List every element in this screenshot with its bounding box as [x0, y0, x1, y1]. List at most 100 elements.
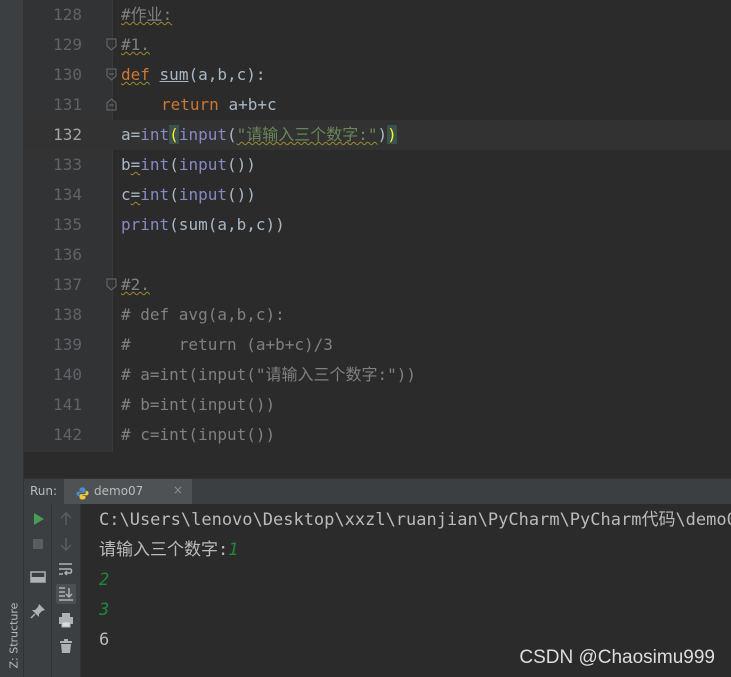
- code-line[interactable]: 137 #2.: [24, 270, 731, 300]
- code-text: return a+b+c: [161, 90, 277, 120]
- console-line-prompt: 请输入三个数字:1: [99, 535, 239, 565]
- code-text: def sum(a,b,c):: [121, 60, 266, 90]
- code-line[interactable]: 129 #1.: [24, 30, 731, 60]
- line-number: 131: [53, 95, 82, 114]
- code-line-current[interactable]: 132 a=int(input("请输入三个数字:")): [24, 120, 731, 150]
- builtin-int: int: [140, 125, 170, 144]
- line-number: 134: [53, 185, 82, 204]
- run-tab-demo07[interactable]: demo07 ×: [64, 479, 192, 504]
- stop-icon[interactable]: [28, 534, 48, 554]
- code-rest: (a,b,c):: [188, 65, 266, 84]
- code-op: =: [130, 185, 141, 204]
- run-toolbar-primary: [24, 504, 52, 677]
- structure-tab-label: Z: Structure: [7, 602, 21, 669]
- console-user-input: 3: [99, 600, 110, 620]
- code-rest: ()): [227, 185, 256, 204]
- trash-icon[interactable]: [56, 636, 76, 656]
- line-number: 137: [53, 275, 82, 294]
- fold-start-icon[interactable]: [106, 278, 117, 291]
- string-literal: "请输入三个数字:": [236, 125, 378, 144]
- line-number: 139: [53, 335, 82, 354]
- brace-match: ): [387, 125, 397, 144]
- print-icon[interactable]: [56, 610, 76, 630]
- builtin-int: int: [140, 185, 170, 204]
- line-number: 130: [53, 65, 82, 84]
- console-user-input: 2: [99, 570, 110, 590]
- console-line-path: C:\Users\lenovo\Desktop\xxzl\ruanjian\Py…: [99, 510, 731, 530]
- line-number: 136: [53, 245, 82, 264]
- comment-text: # b=int(input()): [121, 395, 276, 414]
- line-number: 128: [53, 5, 82, 24]
- layout-icon[interactable]: [28, 567, 48, 587]
- comment-text: # return (a+b+c)/3: [121, 335, 333, 354]
- code-pre: b: [121, 155, 131, 174]
- left-tool-strip: Z: Structure: [0, 0, 24, 677]
- pin-icon[interactable]: [28, 601, 48, 621]
- keyword-return: return: [161, 95, 219, 114]
- code-line[interactable]: 138 # def avg(a,b,c):: [24, 300, 731, 330]
- code-pre: a=: [121, 125, 141, 144]
- close-icon[interactable]: ×: [173, 483, 183, 497]
- code-line[interactable]: 140 # a=int(input("请输入三个数字:")): [24, 360, 731, 390]
- run-tab-label: demo07: [94, 484, 144, 498]
- code-line[interactable]: 131 return a+b+c: [24, 90, 731, 120]
- python-file-icon: [76, 485, 89, 500]
- code-paren: ): [377, 125, 388, 144]
- keyword-def: def: [121, 65, 150, 84]
- soft-wrap-icon[interactable]: [56, 559, 76, 579]
- code-line[interactable]: 142 # c=int(input()): [24, 420, 731, 450]
- line-number: 140: [53, 365, 82, 384]
- code-rest: a+b+c: [228, 95, 277, 114]
- console-prompt: 请输入三个数字:: [99, 540, 229, 560]
- code-line[interactable]: 128 #作业:: [24, 0, 731, 30]
- code-line[interactable]: 135 print(sum(a,b,c)): [24, 210, 731, 240]
- code-paren: (: [169, 155, 179, 174]
- line-number: 133: [53, 155, 82, 174]
- comment-text: #2.: [121, 275, 150, 294]
- console-user-input: 1: [228, 540, 239, 560]
- console-output-result: 6: [99, 630, 110, 650]
- code-line[interactable]: 141 # b=int(input()): [24, 390, 731, 420]
- run-icon[interactable]: [28, 509, 48, 529]
- builtin-input: input: [178, 155, 227, 174]
- up-arrow-icon[interactable]: [56, 509, 76, 529]
- fold-start-icon[interactable]: [106, 68, 117, 81]
- code-op: =: [130, 155, 141, 174]
- code-text: a=int(input("请输入三个数字:")): [121, 125, 397, 144]
- builtin-input: input: [178, 185, 227, 204]
- builtin-input: input: [178, 125, 227, 144]
- line-number: 129: [53, 35, 82, 54]
- comment-text: # def avg(a,b,c):: [121, 305, 285, 324]
- run-label: Run:: [30, 484, 58, 498]
- code-line[interactable]: 133 b=int(input()): [24, 150, 731, 180]
- comment-text: #作业:: [121, 5, 173, 24]
- code-pre: c: [121, 185, 131, 204]
- code-line[interactable]: 134 c=int(input()): [24, 180, 731, 210]
- code-editor[interactable]: 128 #作业: 129 #1. 130 def sum(a,b,c): 131…: [24, 0, 731, 452]
- line-number: 138: [53, 305, 82, 324]
- code-paren: (: [169, 185, 179, 204]
- code-text: b=int(input()): [121, 150, 256, 180]
- structure-tab[interactable]: Z: Structure: [0, 592, 23, 672]
- comment-text: # c=int(input()): [121, 425, 276, 444]
- scroll-to-end-icon[interactable]: [56, 584, 76, 604]
- line-number: 141: [53, 395, 82, 414]
- comment-text: # a=int(input("请输入三个数字:")): [121, 365, 417, 384]
- code-line[interactable]: 136: [24, 240, 731, 270]
- run-panel-header: Run: demo07 ×: [24, 478, 731, 505]
- brace-match: (: [169, 125, 179, 144]
- line-number: 132: [53, 125, 82, 144]
- fold-end-icon[interactable]: [106, 98, 117, 111]
- code-text: print(sum(a,b,c)): [121, 210, 285, 240]
- code-rest: (sum(a,b,c)): [169, 215, 285, 234]
- comment-text: #1.: [121, 35, 150, 54]
- code-line[interactable]: 139 # return (a+b+c)/3: [24, 330, 731, 360]
- down-arrow-icon[interactable]: [56, 534, 76, 554]
- run-toolbar-secondary: [52, 504, 81, 677]
- line-number: 135: [53, 215, 82, 234]
- function-name: sum: [159, 65, 189, 84]
- builtin-print: print: [121, 215, 170, 234]
- code-line[interactable]: 130 def sum(a,b,c):: [24, 60, 731, 90]
- line-number: 142: [53, 425, 82, 444]
- fold-start-icon[interactable]: [106, 38, 117, 51]
